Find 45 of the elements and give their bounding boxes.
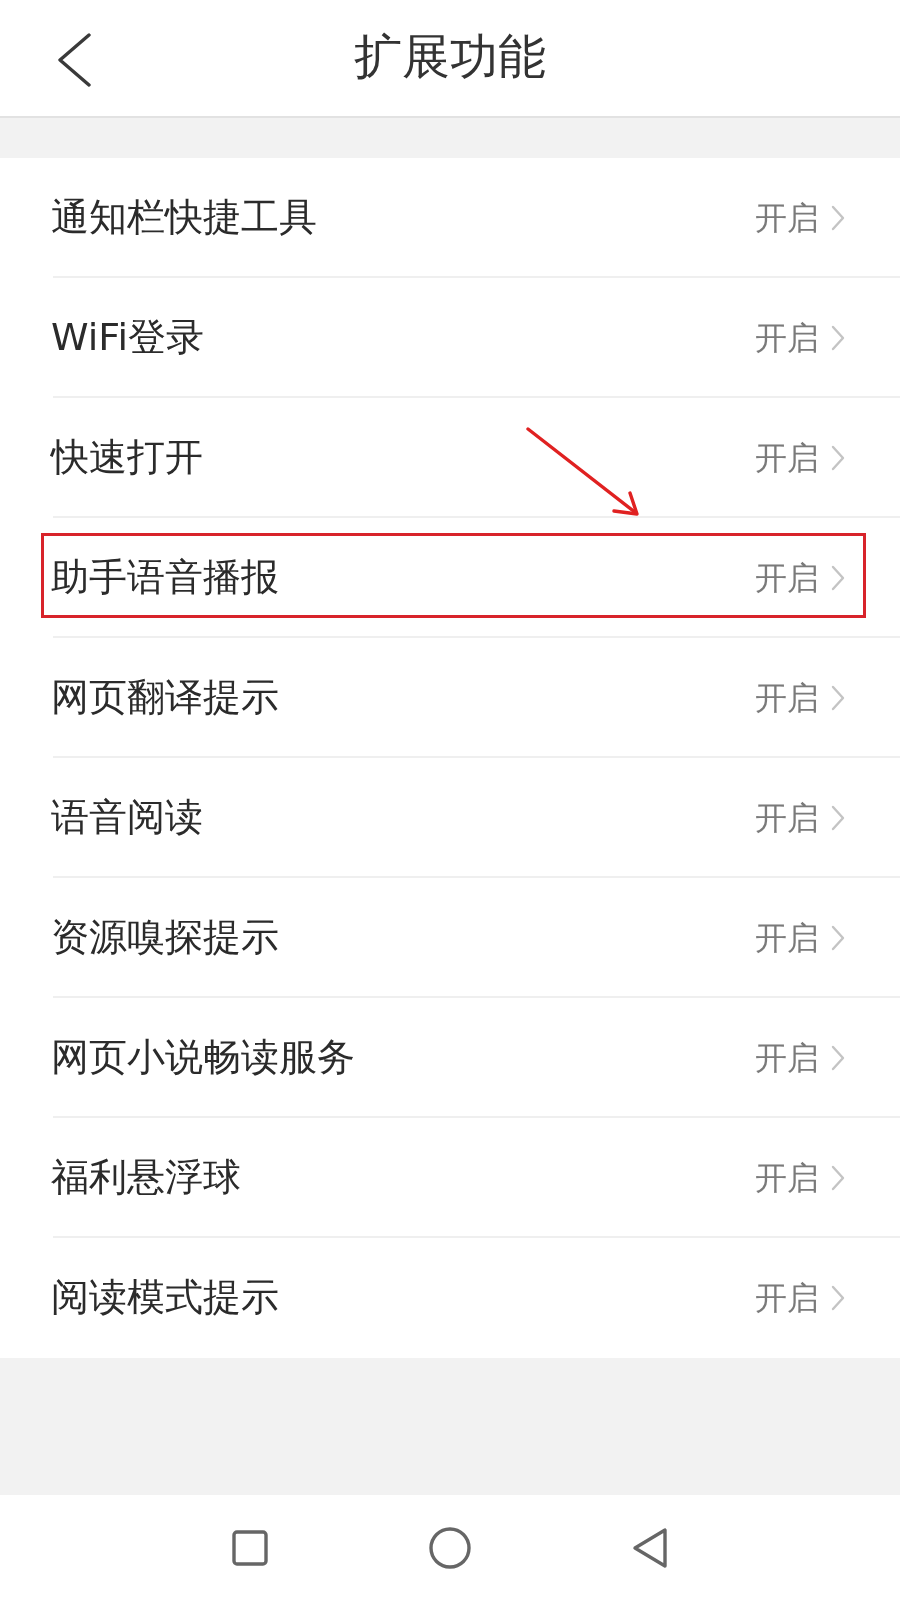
chevron-right-icon bbox=[831, 325, 845, 351]
setting-label: 助手语音播报 bbox=[51, 555, 279, 601]
settings-row[interactable]: WiFi登录 开启 bbox=[0, 278, 900, 398]
setting-label: 资源嗅探提示 bbox=[51, 915, 279, 961]
setting-label: 网页翻译提示 bbox=[51, 675, 279, 721]
setting-value: 开启 bbox=[755, 678, 819, 718]
settings-row[interactable]: 通知栏快捷工具 开启 bbox=[0, 158, 900, 278]
circle-icon[interactable] bbox=[429, 1527, 471, 1569]
chevron-right-icon bbox=[831, 805, 845, 831]
chevron-right-icon bbox=[831, 205, 845, 231]
setting-value: 开启 bbox=[755, 918, 819, 958]
chevron-right-icon bbox=[831, 1045, 845, 1071]
page-title: 扩展功能 bbox=[354, 28, 546, 86]
back-icon[interactable] bbox=[56, 33, 92, 87]
setting-label: WiFi登录 bbox=[51, 315, 204, 361]
square-icon[interactable] bbox=[232, 1530, 268, 1566]
setting-value: 开启 bbox=[755, 1038, 819, 1078]
settings-row[interactable]: 网页小说畅读服务 开启 bbox=[0, 998, 900, 1118]
setting-value: 开启 bbox=[755, 558, 819, 598]
back-triangle-icon[interactable] bbox=[632, 1527, 668, 1569]
chevron-right-icon bbox=[831, 1285, 845, 1311]
setting-label: 网页小说畅读服务 bbox=[51, 1035, 355, 1081]
settings-row[interactable]: 快速打开 开启 bbox=[0, 398, 900, 518]
setting-label: 福利悬浮球 bbox=[51, 1155, 241, 1201]
setting-label: 通知栏快捷工具 bbox=[51, 195, 317, 241]
settings-row[interactable]: 阅读模式提示 开启 bbox=[0, 1238, 900, 1358]
settings-row[interactable]: 福利悬浮球 开启 bbox=[0, 1118, 900, 1238]
settings-row[interactable]: 助手语音播报 开启 bbox=[0, 518, 900, 638]
setting-label: 语音阅读 bbox=[51, 795, 203, 841]
settings-row[interactable]: 网页翻译提示 开启 bbox=[0, 638, 900, 758]
chevron-right-icon bbox=[831, 445, 845, 471]
settings-row[interactable]: 资源嗅探提示 开启 bbox=[0, 878, 900, 998]
setting-value: 开启 bbox=[755, 318, 819, 358]
chevron-right-icon bbox=[831, 565, 845, 591]
chevron-right-icon bbox=[831, 1165, 845, 1191]
chevron-right-icon bbox=[831, 685, 845, 711]
setting-value: 开启 bbox=[755, 1278, 819, 1318]
setting-value: 开启 bbox=[755, 198, 819, 238]
setting-value: 开启 bbox=[755, 438, 819, 478]
setting-label: 快速打开 bbox=[51, 435, 203, 481]
setting-value: 开启 bbox=[755, 798, 819, 838]
settings-row[interactable]: 语音阅读 开启 bbox=[0, 758, 900, 878]
setting-value: 开启 bbox=[755, 1158, 819, 1198]
setting-label: 阅读模式提示 bbox=[51, 1275, 279, 1321]
chevron-right-icon bbox=[831, 925, 845, 951]
